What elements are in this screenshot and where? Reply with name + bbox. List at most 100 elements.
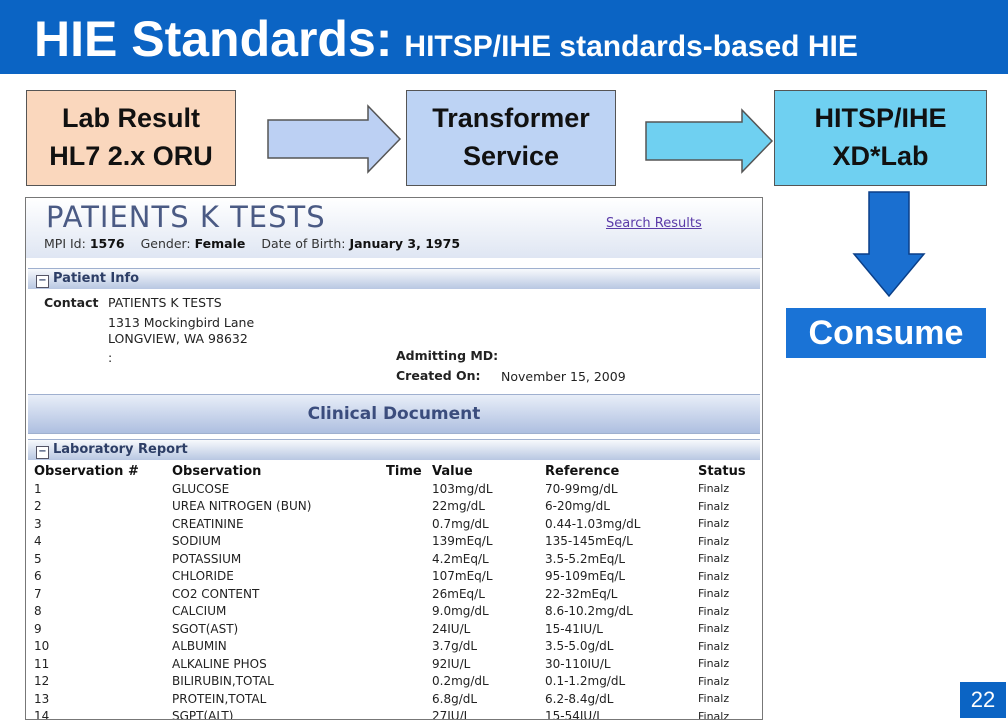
transformer-line2: Service xyxy=(462,141,560,171)
table-cell-obs: UREA NITROGEN (BUN) xyxy=(172,499,312,514)
table-cell-status: Finalz xyxy=(698,709,730,720)
table-cell-obs: PROTEIN,TOTAL xyxy=(172,691,267,706)
table-row: 11 ALKALINE PHOS 92IU/L 30-110IU/L Finalz xyxy=(28,655,758,673)
table-cell-ref: 22-32mEq/L xyxy=(545,586,618,601)
table-cell-obs: CHLORIDE xyxy=(172,569,234,584)
table-cell-status: Finalz xyxy=(698,692,730,706)
table-cell-ref: 3.5-5.2mEq/L xyxy=(545,551,626,566)
search-results-link[interactable]: Search Results xyxy=(606,216,702,231)
contact-name: PATIENTS K TESTS xyxy=(108,295,222,310)
table-cell-value: 27IU/L xyxy=(432,709,471,720)
table-cell-status: Finalz xyxy=(698,499,730,513)
table-row: 5 POTASSIUM 4.2mEq/L 3.5-5.2mEq/L Finalz xyxy=(28,550,758,568)
clinical-document-bar: Clinical Document xyxy=(28,394,760,434)
table-cell-time xyxy=(386,568,432,586)
table-cell-ref: 15-54IU/L xyxy=(545,709,603,720)
table-cell-value: 103mg/dL xyxy=(432,481,493,496)
down-arrow-icon xyxy=(852,191,926,298)
table-cell-obs: POTASSIUM xyxy=(172,551,242,566)
table-cell-obs: CO2 CONTENT xyxy=(172,586,260,601)
patient-name: PATIENTS K TESTS xyxy=(46,200,326,234)
xdlab-line1: HITSP/IHE xyxy=(814,103,947,133)
table-cell-num: 1 xyxy=(34,481,42,496)
table-header-row: Observation # Observation Time Value Ref… xyxy=(28,462,758,480)
table-cell-obs: ALKALINE PHOS xyxy=(172,656,267,671)
table-cell-num: 12 xyxy=(34,674,50,689)
table-cell-obs: CALCIUM xyxy=(172,604,227,619)
table-row: 10 ALBUMIN 3.7g/dL 3.5-5.0g/dL Finalz xyxy=(28,638,758,656)
table-cell-num: 2 xyxy=(34,499,42,514)
table-cell-time xyxy=(386,498,432,516)
table-cell-ref: 3.5-5.0g/dL xyxy=(545,639,614,654)
table-cell-num: 9 xyxy=(34,621,42,636)
col-observation-num: Observation # xyxy=(34,463,139,479)
table-cell-ref: 0.1-1.2mg/dL xyxy=(545,674,626,689)
table-cell-status: Finalz xyxy=(698,569,730,583)
table-cell-obs: SODIUM xyxy=(172,534,221,549)
table-cell-time xyxy=(386,533,432,551)
table-cell-num: 7 xyxy=(34,586,42,601)
lab-result-box: Lab Result HL7 2.x ORU xyxy=(26,90,236,186)
col-value: Value xyxy=(432,463,473,479)
mpi-label: MPI Id: xyxy=(44,236,86,251)
lab-results-body: 1 GLUCOSE 103mg/dL 70-99mg/dL Finalz 2 UREA NI… xyxy=(28,480,758,720)
table-row: 8 CALCIUM 9.0mg/dL 8.6-10.2mg/dL Finalz xyxy=(28,603,758,621)
created-on-label: Created On: xyxy=(396,368,481,383)
col-observation: Observation xyxy=(172,463,262,479)
gender-label: Gender: xyxy=(140,236,191,251)
table-row: 7 CO2 CONTENT 26mEq/L 22-32mEq/L Finalz xyxy=(28,585,758,603)
xdlab-line2: XD*Lab xyxy=(832,141,929,171)
right-arrow-icon xyxy=(267,104,402,174)
table-cell-status: Finalz xyxy=(698,639,730,653)
patient-header: PATIENTS K TESTS Search Results MPI Id: … xyxy=(26,198,762,258)
transformer-service-box: Transformer Service xyxy=(406,90,616,186)
lab-report-title: Laboratory Report xyxy=(53,442,188,457)
table-cell-ref: 6.2-8.4g/dL xyxy=(545,691,614,706)
table-cell-ref: 70-99mg/dL xyxy=(545,481,618,496)
table-cell-value: 92IU/L xyxy=(432,656,471,671)
col-time: Time xyxy=(386,463,422,479)
table-cell-ref: 15-41IU/L xyxy=(545,621,603,636)
table-row: 6 CHLORIDE 107mEq/L 95-109mEq/L Finalz xyxy=(28,568,758,586)
patient-info-title: Patient Info xyxy=(53,271,140,286)
slide-header: HIE Standards: HITSP/IHE standards-based … xyxy=(0,0,1008,74)
slide-title: HIE Standards: HITSP/IHE standards-based … xyxy=(34,10,858,68)
table-cell-time xyxy=(386,690,432,708)
col-reference: Reference xyxy=(545,463,620,479)
table-cell-time xyxy=(386,655,432,673)
table-cell-value: 24IU/L xyxy=(432,621,471,636)
table-cell-status: Finalz xyxy=(698,534,730,548)
address-line1: 1313 Mockingbird Lane xyxy=(108,315,255,330)
collapse-icon[interactable]: − xyxy=(36,446,49,459)
lab-result-line1: Lab Result xyxy=(61,103,201,133)
table-cell-ref: 95-109mEq/L xyxy=(545,569,626,584)
table-cell-value: 6.8g/dL xyxy=(432,691,478,706)
mpi-value: 1576 xyxy=(89,236,125,251)
consume-label: Consume xyxy=(786,308,986,358)
table-cell-obs: SGOT(AST) xyxy=(172,621,239,636)
table-cell-time xyxy=(386,603,432,621)
table-cell-obs: ALBUMIN xyxy=(172,639,227,654)
xdlab-box: HITSP/IHE XD*Lab xyxy=(774,90,987,186)
gender-value: Female xyxy=(194,236,246,251)
collapse-icon[interactable]: − xyxy=(36,275,49,288)
table-cell-num: 14 xyxy=(34,709,50,720)
table-cell-time xyxy=(386,585,432,603)
table-cell-obs: BILIRUBIN,TOTAL xyxy=(172,674,274,689)
table-cell-ref: 6-20mg/dL xyxy=(545,499,610,514)
table-cell-obs: SGPT(ALT) xyxy=(172,709,234,720)
address-line2: LONGVIEW, WA 98632 xyxy=(108,331,248,346)
lab-results-table: Observation # Observation Time Value Ref… xyxy=(28,462,758,720)
patient-meta: MPI Id: 1576 Gender: Female Date of Birt… xyxy=(44,236,460,251)
table-cell-num: 6 xyxy=(34,569,42,584)
admitting-md-label: Admitting MD: xyxy=(396,348,499,363)
table-cell-status: Finalz xyxy=(698,552,730,566)
dob-value: January 3, 1975 xyxy=(349,236,461,251)
table-cell-time xyxy=(386,620,432,638)
table-cell-ref: 8.6-10.2mg/dL xyxy=(545,604,633,619)
table-cell-time xyxy=(386,708,432,720)
table-cell-ref: 135-145mEq/L xyxy=(545,534,633,549)
table-cell-status: Finalz xyxy=(698,674,730,688)
table-cell-ref: 30-110IU/L xyxy=(545,656,611,671)
table-cell-ref: 0.44-1.03mg/dL xyxy=(545,516,641,531)
